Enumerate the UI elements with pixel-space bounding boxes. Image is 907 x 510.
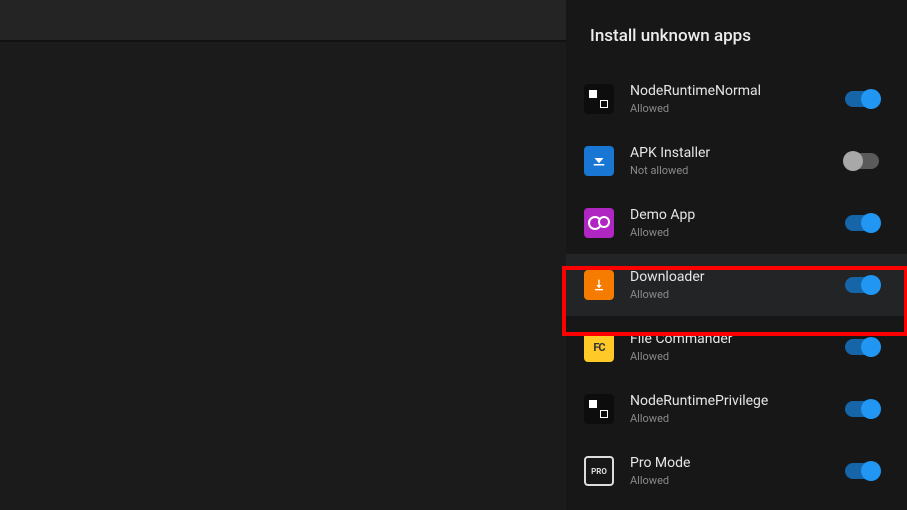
list-item-text: APK Installer Not allowed: [614, 145, 845, 177]
apk-icon: [584, 146, 614, 176]
left-pane-header: [0, 0, 566, 42]
toggle-switch[interactable]: [845, 463, 879, 479]
node-icon: [584, 84, 614, 114]
panel-title: Install unknown apps: [566, 0, 907, 68]
app-name: NodeRuntimePrivilege: [630, 393, 845, 409]
list-item-text: File Commander Allowed: [614, 331, 845, 363]
app-status: Allowed: [630, 474, 845, 487]
list-item[interactable]: PRO Pro Mode Allowed: [566, 440, 907, 502]
file-icon: FC: [584, 332, 614, 362]
list-item-text: Pro Mode Allowed: [614, 455, 845, 487]
app-list: NodeRuntimeNormal Allowed APK Installer …: [566, 68, 907, 502]
toggle-switch[interactable]: [845, 215, 879, 231]
toggle-switch[interactable]: [845, 277, 879, 293]
toggle-switch[interactable]: [845, 339, 879, 355]
app-name: Pro Mode: [630, 455, 845, 471]
node-icon: [584, 394, 614, 424]
list-item[interactable]: FC File Commander Allowed: [566, 316, 907, 378]
list-item[interactable]: NodeRuntimeNormal Allowed: [566, 68, 907, 130]
list-item[interactable]: NodeRuntimePrivilege Allowed: [566, 378, 907, 440]
list-item-downloader[interactable]: Downloader Allowed: [566, 254, 907, 316]
list-item-text: NodeRuntimePrivilege Allowed: [614, 393, 845, 425]
list-item-text: NodeRuntimeNormal Allowed: [614, 83, 845, 115]
app-status: Not allowed: [630, 164, 845, 177]
left-pane: [0, 0, 566, 510]
list-item[interactable]: APK Installer Not allowed: [566, 130, 907, 192]
app-name: Downloader: [630, 269, 845, 285]
install-unknown-apps-panel: Install unknown apps NodeRuntimeNormal A…: [566, 0, 907, 510]
app-status: Allowed: [630, 350, 845, 363]
toggle-switch[interactable]: [845, 153, 879, 169]
list-item[interactable]: Demo App Allowed: [566, 192, 907, 254]
toggle-switch[interactable]: [845, 91, 879, 107]
app-name: Demo App: [630, 207, 845, 223]
pro-icon: PRO: [584, 456, 614, 486]
app-status: Allowed: [630, 102, 845, 115]
app-status: Allowed: [630, 412, 845, 425]
app-status: Allowed: [630, 288, 845, 301]
list-item-text: Demo App Allowed: [614, 207, 845, 239]
app-status: Allowed: [630, 226, 845, 239]
app-name: NodeRuntimeNormal: [630, 83, 845, 99]
list-item-text: Downloader Allowed: [614, 269, 845, 301]
app-name: File Commander: [630, 331, 845, 347]
settings-screen: Install unknown apps NodeRuntimeNormal A…: [0, 0, 907, 510]
demo-icon: [584, 208, 614, 238]
app-name: APK Installer: [630, 145, 845, 161]
downloader-icon: [584, 270, 614, 300]
toggle-switch[interactable]: [845, 401, 879, 417]
